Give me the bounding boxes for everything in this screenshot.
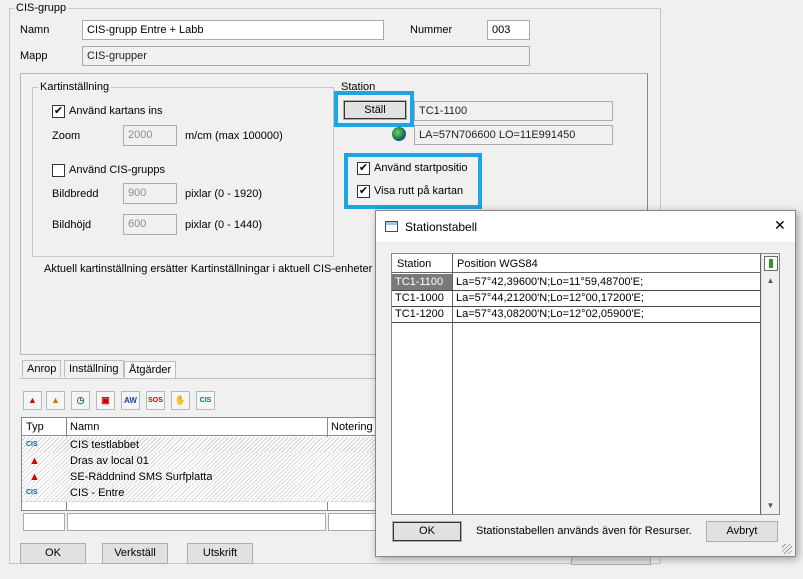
row-name: SE-Räddnind SMS Surfplatta xyxy=(70,471,213,483)
ok-button[interactable]: OK xyxy=(20,543,86,564)
cis-icon[interactable]: CIS xyxy=(196,391,215,410)
resize-grip[interactable] xyxy=(782,544,792,554)
close-icon[interactable]: ✕ xyxy=(774,218,786,232)
dialog-note: Stationstabellen används även för Resurs… xyxy=(476,525,692,537)
window-icon xyxy=(385,221,398,232)
print-button[interactable]: Utskrift xyxy=(187,543,253,564)
scroll-down-icon[interactable]: ▼ xyxy=(763,499,778,513)
col-notering[interactable]: Notering xyxy=(331,419,373,435)
row-name: Dras av local 01 xyxy=(70,455,149,467)
alarm-add-icon[interactable]: ▲ xyxy=(46,391,65,410)
tab-installning[interactable]: Inställning xyxy=(64,360,124,377)
globe-icon[interactable] xyxy=(392,127,406,141)
actions-table: Typ Namn Notering CIS CIS testlabbet ▲ D… xyxy=(21,417,381,511)
alarm-icon[interactable]: ▲ xyxy=(23,391,42,410)
col-typ[interactable]: Typ xyxy=(26,419,44,435)
col-namn[interactable]: Namn xyxy=(70,419,99,435)
name-field[interactable]: CIS-grupp Entre + Labb xyxy=(82,20,384,40)
alarm-icon: ▲ xyxy=(29,455,40,467)
folder-label: Mapp xyxy=(20,50,48,62)
row-position: La=57°42,39600'N;Lo=11°59,48700'E; xyxy=(456,276,644,288)
width-unit: pixlar (0 - 1920) xyxy=(185,188,263,200)
table-row[interactable]: TC1-1200 La=57°43,08200'N;Lo=12°02,05900… xyxy=(392,306,760,323)
cis-group-legend: CIS-grupp xyxy=(14,2,69,14)
table-row[interactable]: CIS CIS testlabbet xyxy=(22,437,380,454)
hand-icon[interactable]: ✋ xyxy=(171,391,190,410)
start-position-checkbox[interactable]: ✔ xyxy=(357,162,370,175)
dialog-ok-button[interactable]: OK xyxy=(392,521,462,542)
vehicles-icon[interactable]: ▣ xyxy=(96,391,115,410)
coords-field: LA=57N706600 LO=11E991450 xyxy=(414,125,613,145)
map-info-text: Aktuell kartinställning ersätter Kartins… xyxy=(44,263,373,275)
cis-icon: CIS xyxy=(26,489,38,496)
show-route-label: Visa rutt på kartan xyxy=(374,185,464,197)
height-field[interactable]: 600 xyxy=(123,214,177,235)
actions-header: Typ Namn Notering xyxy=(22,418,380,511)
use-map-checkbox[interactable]: ✔ xyxy=(52,105,65,118)
table-row[interactable]: ▲ Dras av local 01 xyxy=(22,453,380,470)
scroll-up-icon[interactable]: ▲ xyxy=(763,274,778,288)
row-station: TC1-1000 xyxy=(395,292,444,304)
height-unit: pixlar (0 - 1440) xyxy=(185,219,263,231)
set-station-button[interactable]: Ställ xyxy=(343,100,407,120)
number-field[interactable]: 003 xyxy=(487,20,530,40)
row-position: La=57°43,08200'N;Lo=12°02,05900'E; xyxy=(456,308,644,320)
station-table-dialog: Stationstabell ✕ Station Position WGS84 … xyxy=(375,210,796,557)
table-row[interactable]: CIS CIS - Entre xyxy=(22,485,380,502)
map-settings-legend: Kartinställning xyxy=(38,81,112,93)
width-field[interactable]: 900 xyxy=(123,183,177,204)
filter-type-input[interactable] xyxy=(23,513,65,531)
name-label: Namn xyxy=(20,24,50,36)
use-cis-checkbox[interactable] xyxy=(52,164,65,177)
col-station[interactable]: Station xyxy=(397,256,431,272)
table-row[interactable]: TC1-1000 La=57°44,21200'N;Lo=12°00,17200… xyxy=(392,290,760,307)
tab-anrop[interactable]: Anrop xyxy=(22,360,62,377)
station-field: TC1-1100 xyxy=(414,101,613,121)
vertical-scrollbar[interactable]: ▲ ▼ xyxy=(761,254,779,514)
table-row[interactable]: ▲ SE-Räddnind SMS Surfplatta xyxy=(22,469,380,486)
row-position: La=57°44,21200'N;Lo=12°00,17200'E; xyxy=(456,292,644,304)
tab-divider xyxy=(20,378,380,379)
height-label: Bildhöjd xyxy=(52,219,92,231)
dialog-titlebar: Stationstabell ✕ xyxy=(376,211,795,242)
text-icon[interactable]: AW xyxy=(121,391,140,410)
number-label: Nummer xyxy=(410,24,453,36)
sos-icon[interactable]: SOS xyxy=(146,391,165,410)
col-position[interactable]: Position WGS84 xyxy=(457,256,538,272)
zoom-unit: m/cm (max 100000) xyxy=(185,130,283,142)
zoom-label: Zoom xyxy=(52,130,81,142)
folder-field: CIS-grupper xyxy=(82,46,530,66)
row-name: CIS - Entre xyxy=(70,487,125,499)
apply-button[interactable]: Verkställ xyxy=(102,543,168,564)
dialog-cancel-button[interactable]: Avbryt xyxy=(706,521,778,542)
use-cis-label: Använd CIS-grupps xyxy=(69,164,165,176)
row-name: CIS testlabbet xyxy=(70,439,140,451)
zoom-field[interactable]: 2000 xyxy=(123,125,177,146)
start-position-label: Använd startpositio xyxy=(374,162,468,174)
filter-name-input[interactable] xyxy=(67,513,326,531)
tab-atgarder[interactable]: Åtgärder xyxy=(124,361,177,378)
info-icon[interactable] xyxy=(764,256,778,271)
filter-note-input[interactable] xyxy=(328,513,380,531)
station-grid: Station Position WGS84 TC1-1100 La=57°42… xyxy=(391,253,780,515)
width-label: Bildbredd xyxy=(52,188,99,200)
table-row[interactable]: TC1-1100 La=57°42,39600'N;Lo=11°59,48700… xyxy=(392,274,760,291)
alarm-icon: ▲ xyxy=(29,471,40,483)
row-station-selected: TC1-1100 xyxy=(392,274,452,290)
use-map-label: Använd kartans ins xyxy=(69,105,163,117)
cis-icon: CIS xyxy=(26,441,38,448)
station-grid-header: Station Position WGS84 xyxy=(392,254,761,273)
dialog-title: Stationstabell xyxy=(405,220,478,234)
clock-icon[interactable]: ◷ xyxy=(71,391,90,410)
show-route-checkbox[interactable]: ✔ xyxy=(357,185,370,198)
row-station: TC1-1200 xyxy=(395,308,444,320)
info-icon-glyph xyxy=(769,259,773,268)
